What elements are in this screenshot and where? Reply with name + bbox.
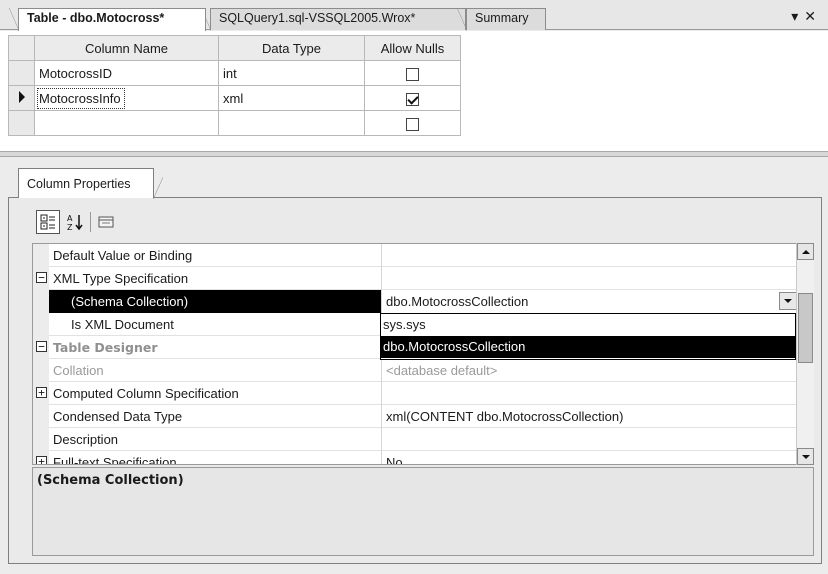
row-gutter bbox=[33, 313, 49, 336]
property-row-collation[interactable]: Collation <database default> bbox=[33, 359, 797, 382]
property-name: (Schema Collection) bbox=[71, 294, 189, 309]
row-gutter bbox=[33, 290, 49, 313]
property-pages-icon bbox=[98, 216, 114, 228]
row-gutter bbox=[33, 405, 49, 428]
table-row[interactable]: MotocrossInfo xml bbox=[8, 85, 461, 111]
tab-label: SQLQuery1.sql-VSSQL2005.Wrox* bbox=[219, 11, 416, 25]
dropdown-arrow-button[interactable] bbox=[779, 292, 797, 310]
property-row-schema-collection[interactable]: (Schema Collection) dbo.MotocrossCollect… bbox=[33, 290, 797, 313]
data-type-cell[interactable] bbox=[218, 110, 365, 136]
header-allow-nulls[interactable]: Allow Nulls bbox=[364, 35, 461, 61]
collapse-icon[interactable]: − bbox=[36, 341, 47, 352]
property-name: Description bbox=[53, 432, 119, 447]
data-type-cell[interactable]: int bbox=[218, 60, 365, 86]
row-selector-header bbox=[8, 35, 35, 61]
tab-label: Summary bbox=[475, 11, 529, 25]
property-name: Is XML Document bbox=[71, 317, 174, 332]
property-name: XML Type Specification bbox=[53, 271, 189, 286]
dropdown-option[interactable]: dbo.MotocrossCollection bbox=[381, 336, 795, 358]
category-name: Table Designer bbox=[53, 340, 158, 355]
row-selector[interactable] bbox=[8, 85, 35, 111]
property-row-default-value[interactable]: Default Value or Binding bbox=[33, 244, 797, 267]
property-value[interactable]: xml(CONTENT dbo.MotocrossCollection) bbox=[381, 405, 797, 428]
property-description-area: (Schema Collection) bbox=[32, 467, 814, 556]
tab-label: Table - dbo.Motocross* bbox=[27, 11, 165, 25]
allow-nulls-checkbox[interactable] bbox=[406, 67, 419, 81]
row-gutter bbox=[33, 428, 49, 451]
row-selector[interactable] bbox=[8, 110, 35, 136]
table-row[interactable]: MotocrossID int bbox=[8, 60, 461, 86]
property-value[interactable]: No bbox=[381, 451, 797, 464]
tab-sqlquery1[interactable]: SQLQuery1.sql-VSSQL2005.Wrox* bbox=[201, 8, 466, 31]
scroll-up-icon[interactable] bbox=[797, 243, 814, 260]
description-title: (Schema Collection) bbox=[37, 473, 184, 488]
document-tab-strip: Table - dbo.Motocross* SQLQuery1.sql-VSS… bbox=[0, 0, 828, 31]
property-value[interactable] bbox=[381, 267, 797, 290]
property-row-description[interactable]: Description bbox=[33, 428, 797, 451]
row-selector[interactable] bbox=[8, 60, 35, 86]
row-gutter bbox=[33, 359, 49, 382]
tab-column-properties[interactable]: Column Properties bbox=[18, 168, 163, 199]
column-grid: Column Name Data Type Allow Nulls Motocr… bbox=[8, 35, 461, 136]
tab-label: Column Properties bbox=[27, 177, 131, 191]
property-value[interactable] bbox=[381, 382, 797, 405]
tab-summary[interactable]: Summary bbox=[457, 8, 546, 31]
property-name: Default Value or Binding bbox=[53, 248, 193, 263]
grid-header-row: Column Name Data Type Allow Nulls bbox=[8, 35, 461, 61]
toolbar-separator bbox=[90, 212, 91, 232]
sort-az-icon: A Z bbox=[67, 214, 83, 231]
header-column-name[interactable]: Column Name bbox=[34, 35, 219, 61]
svg-text:A: A bbox=[67, 214, 73, 223]
allow-nulls-cell bbox=[364, 85, 461, 111]
pin-dropdown-icon[interactable]: ▾ bbox=[791, 8, 804, 24]
property-name: Computed Column Specification bbox=[53, 386, 239, 401]
row-gutter bbox=[33, 244, 49, 267]
panel-splitter[interactable] bbox=[0, 151, 828, 157]
tab-table-motocross[interactable]: Table - dbo.Motocross* bbox=[9, 8, 206, 31]
table-row[interactable] bbox=[8, 110, 461, 136]
expand-icon[interactable]: + bbox=[36, 456, 47, 464]
categorized-button[interactable] bbox=[36, 210, 60, 234]
svg-text:Z: Z bbox=[67, 223, 73, 231]
data-type-cell[interactable]: xml bbox=[218, 85, 365, 111]
column-name-cell[interactable] bbox=[34, 110, 219, 136]
column-name-text: MotocrossInfo bbox=[37, 87, 125, 109]
combo-value: dbo.MotocrossCollection bbox=[386, 294, 529, 309]
property-value[interactable] bbox=[381, 244, 797, 267]
alphabetical-button[interactable]: A Z bbox=[63, 210, 87, 234]
property-value[interactable] bbox=[381, 428, 797, 451]
allow-nulls-checkbox[interactable] bbox=[406, 117, 419, 131]
scroll-thumb[interactable] bbox=[798, 293, 813, 363]
allow-nulls-cell bbox=[364, 60, 461, 86]
property-name: Condensed Data Type bbox=[53, 409, 183, 424]
property-row-condensed-data-type[interactable]: Condensed Data Type xml(CONTENT dbo.Moto… bbox=[33, 405, 797, 428]
dropdown-option[interactable]: sys.sys bbox=[381, 314, 795, 336]
allow-nulls-cell bbox=[364, 110, 461, 136]
allow-nulls-checkbox[interactable] bbox=[406, 92, 419, 106]
property-name: Full-text Specification bbox=[53, 455, 177, 465]
schema-collection-combo[interactable]: dbo.MotocrossCollection bbox=[381, 290, 797, 313]
property-value[interactable]: <database default> bbox=[381, 359, 797, 382]
property-row-full-text[interactable]: + Full-text Specification No bbox=[33, 451, 797, 465]
scroll-down-icon[interactable] bbox=[797, 448, 814, 465]
expand-icon[interactable]: + bbox=[36, 387, 47, 398]
property-row-computed-column[interactable]: + Computed Column Specification bbox=[33, 382, 797, 405]
window-controls: ▾✕ bbox=[791, 8, 822, 25]
schema-collection-dropdown-list: sys.sys dbo.MotocrossCollection bbox=[380, 313, 796, 360]
column-name-cell[interactable]: MotocrossInfo bbox=[34, 85, 219, 111]
column-name-cell[interactable]: MotocrossID bbox=[34, 60, 219, 86]
collapse-icon[interactable]: − bbox=[36, 272, 47, 283]
property-name: Collation bbox=[53, 363, 104, 378]
categorized-icon bbox=[40, 214, 55, 230]
property-pages-button[interactable] bbox=[94, 210, 118, 234]
current-row-arrow-icon bbox=[18, 90, 25, 103]
property-grid-scrollbar[interactable] bbox=[796, 243, 814, 465]
close-icon[interactable]: ✕ bbox=[804, 8, 822, 24]
header-data-type[interactable]: Data Type bbox=[218, 35, 365, 61]
property-row-xml-type-spec[interactable]: − XML Type Specification bbox=[33, 267, 797, 290]
column-grid-area: Column Name Data Type Allow Nulls Motocr… bbox=[0, 31, 828, 151]
